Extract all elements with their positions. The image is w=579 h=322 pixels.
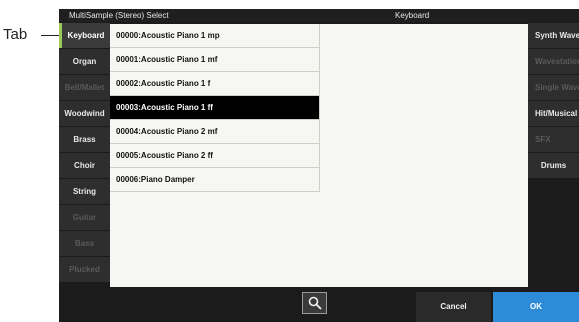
search-button[interactable]	[302, 292, 327, 314]
tab-drums[interactable]: Drums	[528, 153, 579, 178]
tab-callout-label: Tab	[3, 26, 28, 43]
tab-string[interactable]: String	[59, 179, 110, 204]
tab-woodwind[interactable]: Woodwind	[59, 101, 110, 126]
list-item[interactable]: 00000:Acoustic Piano 1 mp	[110, 24, 319, 48]
tab-organ[interactable]: Organ	[59, 49, 110, 74]
tab-wavestation[interactable]: Wavestation	[528, 49, 579, 74]
multisample-select-dialog: MultiSample (Stereo) Select Keyboard Key…	[59, 9, 579, 322]
list-item[interactable]: 00004:Acoustic Piano 2 mf	[110, 120, 319, 144]
tab-hit-musical[interactable]: Hit/Musical	[528, 101, 579, 126]
tab-sfx[interactable]: SFX	[528, 127, 579, 152]
ok-button[interactable]: OK	[493, 292, 579, 322]
list-item[interactable]: 00005:Acoustic Piano 2 ff	[110, 144, 319, 168]
title-bar: MultiSample (Stereo) Select Keyboard	[59, 9, 579, 22]
list-item[interactable]: 00003:Acoustic Piano 1 ff	[110, 96, 319, 120]
current-category-title: Keyboard	[395, 11, 430, 20]
tab-choir[interactable]: Choir	[59, 153, 110, 178]
list-item[interactable]: 00001:Acoustic Piano 1 mf	[110, 48, 319, 72]
tab-callout-line	[41, 35, 59, 36]
list-item[interactable]: 00002:Acoustic Piano 1 f	[110, 72, 319, 96]
right-category-tabs: Synth Wave Wavestation Single Wave Hit/M…	[528, 22, 579, 178]
magnifier-icon	[308, 296, 322, 310]
tab-single-wave[interactable]: Single Wave	[528, 75, 579, 100]
tab-synth-wave[interactable]: Synth Wave	[528, 23, 579, 48]
tab-bass[interactable]: Bass	[59, 231, 110, 256]
multisample-list-panel: 00000:Acoustic Piano 1 mp 00001:Acoustic…	[110, 24, 528, 287]
tab-brass[interactable]: Brass	[59, 127, 110, 152]
tab-keyboard[interactable]: Keyboard	[59, 23, 110, 48]
left-category-tabs: Keyboard Organ Bell/Mallet Woodwind Bras…	[59, 22, 110, 282]
list-item[interactable]: 00006:Piano Damper	[110, 168, 319, 192]
dialog-title: MultiSample (Stereo) Select	[69, 11, 169, 20]
bottom-bar: Cancel OK	[59, 288, 579, 322]
multisample-list: 00000:Acoustic Piano 1 mp 00001:Acoustic…	[110, 24, 320, 192]
tab-plucked[interactable]: Plucked	[59, 257, 110, 282]
cancel-button[interactable]: Cancel	[416, 292, 491, 322]
tab-bell-mallet[interactable]: Bell/Mallet	[59, 75, 110, 100]
tab-guitar[interactable]: Guitar	[59, 205, 110, 230]
